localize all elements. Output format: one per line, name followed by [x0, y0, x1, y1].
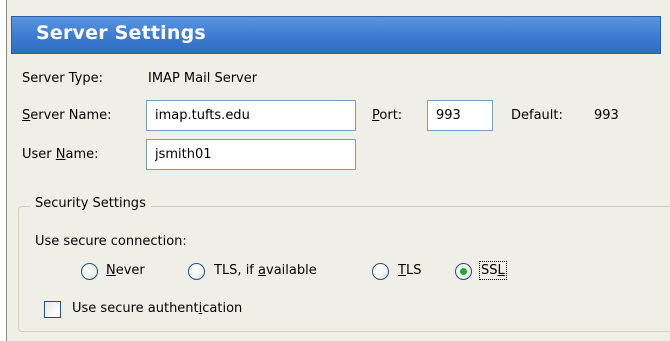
user-name-label: User Name:	[22, 147, 99, 162]
radio-never-label[interactable]: Never	[106, 263, 145, 278]
server-type-value: IMAP Mail Server	[148, 71, 258, 86]
secure-connection-label: Use secure connection:	[35, 234, 187, 249]
port-default-value: 993	[594, 108, 619, 123]
server-name-input[interactable]	[146, 100, 356, 131]
secure-authentication-label[interactable]: Use secure authentication	[72, 301, 242, 316]
radio-ssl-button[interactable]	[455, 263, 472, 280]
radio-tls-label[interactable]: TLS	[398, 263, 421, 278]
port-label: Port:	[372, 108, 403, 123]
port-default-label: Default:	[511, 108, 563, 123]
secure-authentication-checkbox[interactable]	[44, 301, 61, 318]
page-title: Server Settings	[36, 22, 206, 44]
radio-never-button[interactable]	[81, 263, 98, 280]
radio-tls-if-available-button[interactable]	[188, 263, 205, 280]
server-type-label: Server Type:	[22, 71, 104, 86]
radio-dot-selected	[460, 268, 467, 275]
server-name-label: Server Name:	[22, 108, 112, 123]
user-name-input[interactable]	[146, 139, 356, 170]
panel-header: Server Settings	[11, 16, 661, 54]
radio-ssl-label[interactable]: SSL	[479, 261, 507, 280]
radio-tls-if-available-label[interactable]: TLS, if available	[214, 263, 317, 278]
radio-tls-button[interactable]	[372, 263, 389, 280]
port-input[interactable]	[427, 100, 493, 131]
security-settings-legend: Security Settings	[30, 196, 151, 211]
